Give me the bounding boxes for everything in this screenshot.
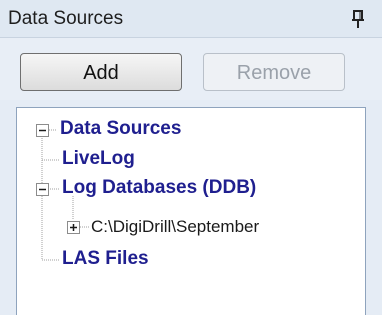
tree-node-data-sources[interactable]: Data Sources (60, 118, 181, 140)
add-button[interactable]: Add (20, 53, 182, 91)
pin-icon[interactable] (348, 8, 368, 30)
panel-titlebar: Data Sources (0, 0, 382, 38)
panel-title: Data Sources (8, 8, 124, 29)
collapse-icon[interactable] (36, 124, 49, 142)
tree-node-september-db[interactable]: C:\DigiDrill\September (91, 217, 259, 237)
tree-node-livelog[interactable]: LiveLog (62, 148, 135, 170)
remove-button[interactable]: Remove (203, 53, 345, 91)
collapse-icon[interactable] (36, 183, 49, 201)
tree-node-log-databases[interactable]: Log Databases (DDB) (62, 177, 256, 199)
expand-icon[interactable] (67, 221, 80, 239)
data-sources-tree[interactable]: Data Sources LiveLog Log Databases (DDB)… (16, 107, 366, 315)
data-sources-panel: Data Sources Add Remove Data Sources Liv… (0, 0, 382, 315)
tree-node-las-files[interactable]: LAS Files (62, 248, 149, 270)
